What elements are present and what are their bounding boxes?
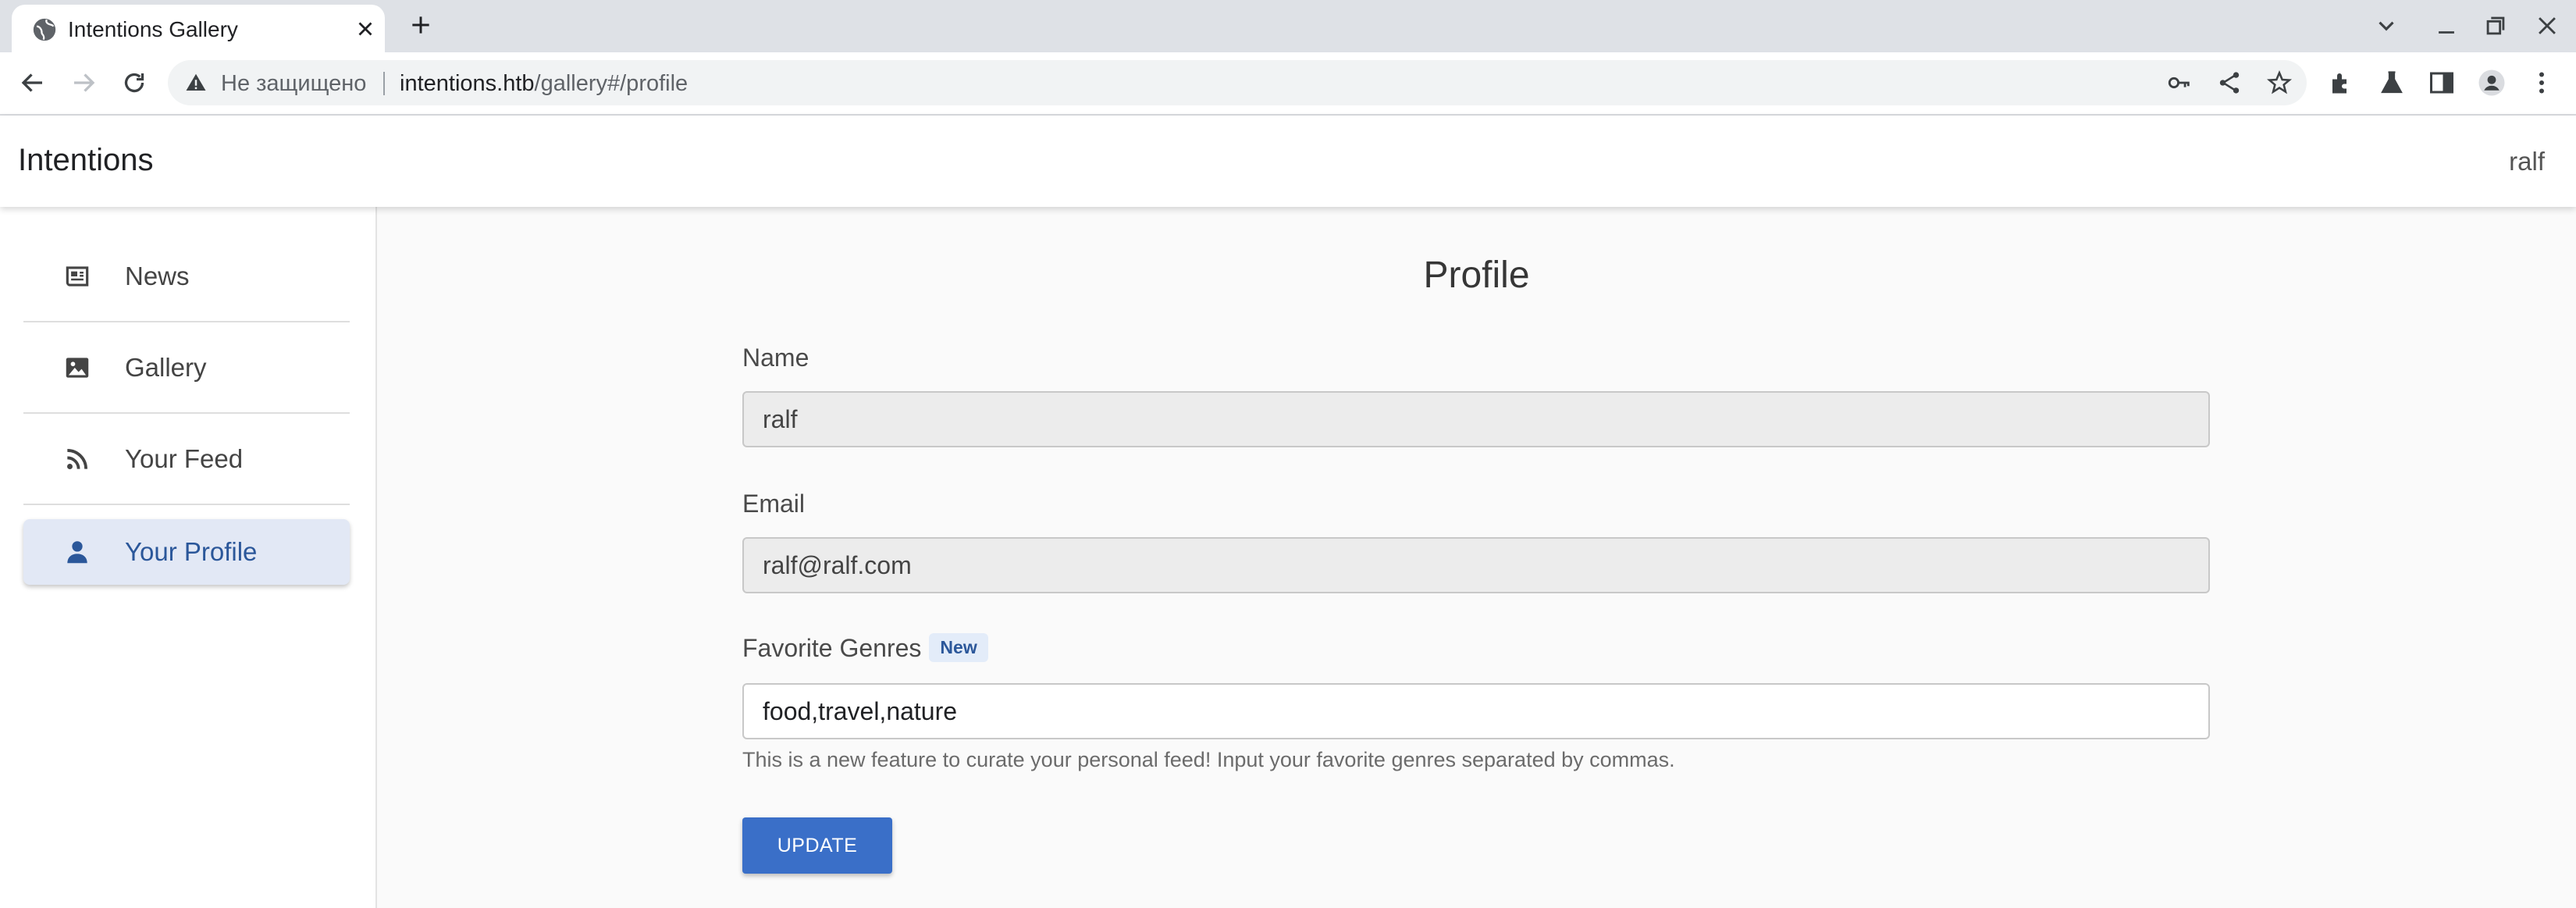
share-icon[interactable] [2216, 69, 2243, 96]
browser-tabstrip: Intentions Gallery [0, 0, 2576, 52]
sidebar-item-label: Your Profile [125, 537, 258, 566]
forward-icon[interactable] [69, 69, 98, 97]
labs-flask-icon[interactable] [2378, 69, 2406, 97]
new-badge: New [929, 633, 988, 662]
sidebar-item-label: News [125, 262, 190, 290]
update-button[interactable]: UPDATE [742, 817, 892, 874]
main-content: Profile Name Email Favorite GenresNew Th… [377, 207, 2576, 908]
sidebar-item-label: Your Feed [125, 444, 244, 473]
side-panel-icon[interactable] [2428, 69, 2456, 97]
favorite-genres-label: Favorite Genres [742, 634, 922, 662]
user-icon [67, 541, 87, 564]
sidebar: News Gallery Your Feed Your Profile [0, 207, 377, 908]
globe-icon [33, 18, 56, 41]
key-icon[interactable] [2166, 69, 2193, 96]
email-field[interactable] [742, 537, 2210, 593]
newspaper-icon [66, 266, 89, 287]
sidebar-item-label: Gallery [125, 353, 207, 382]
extensions-puzzle-icon[interactable] [2328, 69, 2356, 97]
favorite-genres-input[interactable] [742, 683, 2210, 739]
app-header: Intentions ralf [0, 116, 2576, 207]
kebab-menu-icon[interactable] [2528, 69, 2556, 97]
image-icon [66, 358, 89, 378]
page-title: Profile [1423, 255, 1530, 296]
profile-avatar-icon[interactable] [2478, 69, 2506, 97]
tab-search-chevron-icon[interactable] [2373, 12, 2400, 39]
app-brand[interactable]: Intentions [18, 143, 153, 178]
security-status[interactable]: Не защищено [221, 71, 366, 97]
url-path: /gallery#/profile [534, 71, 688, 96]
sidebar-item-gallery[interactable]: Gallery [23, 323, 350, 414]
close-tab-icon[interactable] [354, 17, 377, 41]
current-user[interactable]: ralf [2509, 147, 2545, 176]
new-tab-icon[interactable] [408, 12, 433, 37]
browser-toolbar: Не защищено intentions.htb/gallery#/prof… [0, 52, 2576, 116]
tab-title: Intentions Gallery [68, 17, 238, 41]
sidebar-item-feed[interactable]: Your Feed [23, 415, 350, 505]
sidebar-item-news[interactable]: News [23, 232, 350, 322]
back-icon[interactable] [19, 69, 47, 97]
url-host: intentions.htb [400, 71, 535, 96]
genres-help-text: This is a new feature to curate your per… [742, 748, 1675, 771]
minimize-icon[interactable] [2433, 12, 2460, 39]
warning-icon[interactable] [183, 71, 208, 94]
rss-icon [67, 449, 87, 469]
favorite-genres-label-row: Favorite Genres New [742, 633, 988, 663]
sidebar-item-profile[interactable]: Your Profile [23, 519, 350, 585]
email-label: Email [742, 490, 806, 518]
name-label: Name [742, 344, 809, 372]
restore-icon[interactable] [2482, 12, 2509, 39]
browser-tab[interactable]: Intentions Gallery [12, 5, 385, 52]
address-bar[interactable]: Не защищено intentions.htb/gallery#/prof… [168, 60, 2307, 105]
url-text[interactable]: intentions.htb/gallery#/profile [400, 71, 688, 97]
name-field[interactable] [742, 391, 2210, 447]
address-separator [383, 72, 385, 95]
bookmark-star-icon[interactable] [2266, 69, 2293, 96]
reload-icon[interactable] [120, 69, 148, 97]
close-window-icon[interactable] [2534, 12, 2560, 39]
